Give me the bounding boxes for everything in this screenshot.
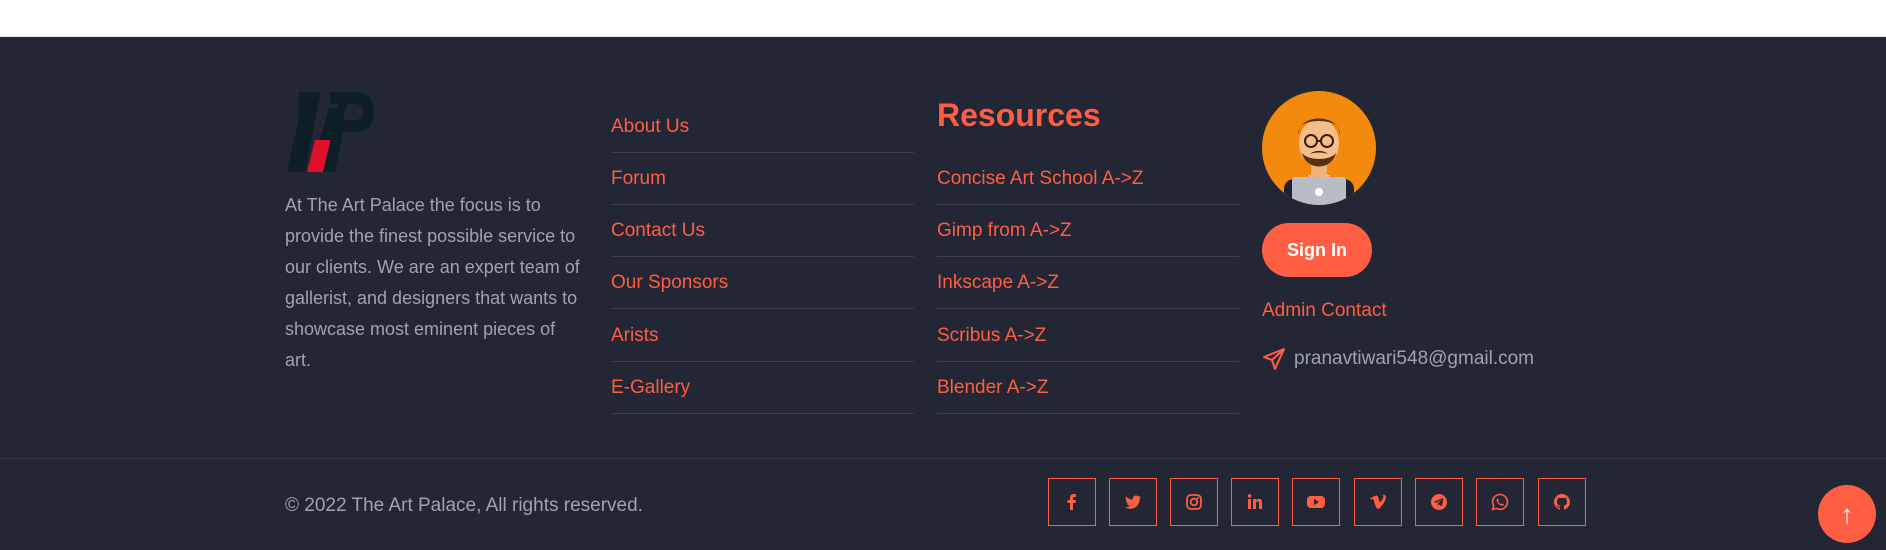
admin-contact-link[interactable]: Admin Contact xyxy=(1262,300,1387,322)
avatar-illustration xyxy=(1284,118,1354,205)
github-button[interactable] xyxy=(1538,478,1586,526)
logo[interactable] xyxy=(285,90,380,175)
email-row: pranavtiwari548@gmail.com xyxy=(1262,347,1534,371)
telegram-button[interactable] xyxy=(1415,478,1463,526)
resources-heading: Resources xyxy=(937,97,1101,133)
linkedin-button[interactable] xyxy=(1231,478,1279,526)
email-address[interactable]: pranavtiwari548@gmail.com xyxy=(1294,348,1534,370)
instagram-button[interactable] xyxy=(1170,478,1218,526)
logo-mark xyxy=(287,92,375,172)
link-blender[interactable]: Blender A->Z xyxy=(937,362,1239,414)
vimeo-button[interactable] xyxy=(1354,478,1402,526)
copyright-text: © 2022 The Art Palace, All rights reserv… xyxy=(285,495,643,516)
avatar xyxy=(1262,91,1376,205)
twitter-icon xyxy=(1125,495,1141,509)
link-e-gallery[interactable]: E-Gallery xyxy=(611,362,914,414)
github-icon xyxy=(1554,494,1570,510)
link-scribus[interactable]: Scribus A->Z xyxy=(937,310,1239,362)
sign-in-button[interactable]: Sign In xyxy=(1262,223,1372,277)
link-about-us[interactable]: About Us xyxy=(611,101,914,153)
link-inkscape[interactable]: Inkscape A->Z xyxy=(937,257,1239,309)
link-our-sponsors[interactable]: Our Sponsors xyxy=(611,257,914,309)
vimeo-icon xyxy=(1370,494,1386,509)
footer-divider xyxy=(0,458,1886,459)
send-icon xyxy=(1263,348,1285,370)
site-footer: At The Art Palace the focus is to provid… xyxy=(0,37,1886,550)
youtube-icon xyxy=(1307,496,1325,508)
instagram-icon xyxy=(1186,494,1202,510)
whatsapp-icon xyxy=(1491,493,1509,511)
telegram-icon xyxy=(1431,494,1447,510)
link-contact-us[interactable]: Contact Us xyxy=(611,205,914,257)
twitter-button[interactable] xyxy=(1109,478,1157,526)
about-description: At The Art Palace the focus is to provid… xyxy=(285,195,580,370)
back-to-top-button[interactable]: ↑ xyxy=(1818,485,1876,543)
link-forum[interactable]: Forum xyxy=(611,153,914,205)
link-concise-art-school[interactable]: Concise Art School A->Z xyxy=(937,153,1239,205)
link-gimp[interactable]: Gimp from A->Z xyxy=(937,205,1239,257)
page-content-bottom xyxy=(0,0,1886,37)
facebook-button[interactable] xyxy=(1048,478,1096,526)
facebook-icon xyxy=(1067,494,1076,510)
whatsapp-button[interactable] xyxy=(1476,478,1524,526)
link-artists[interactable]: Arists xyxy=(611,310,914,362)
youtube-button[interactable] xyxy=(1292,478,1340,526)
linkedin-icon xyxy=(1247,494,1262,509)
